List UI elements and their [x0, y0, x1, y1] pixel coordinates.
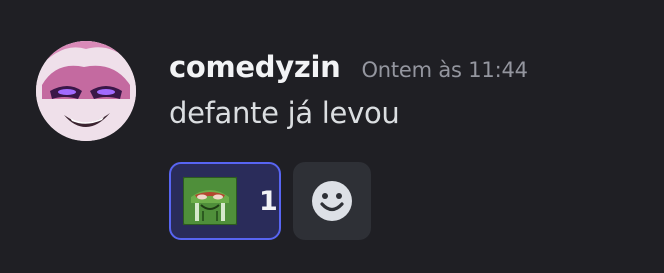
pepe-frog-icon — [183, 177, 237, 225]
reactions-bar: 1 — [169, 162, 371, 240]
smiley-face-icon — [312, 181, 352, 221]
username[interactable]: comedyzin — [169, 50, 341, 84]
timestamp[interactable]: Ontem às 11:44 — [361, 58, 528, 82]
avatar[interactable] — [36, 41, 136, 141]
avatar-image — [36, 41, 136, 141]
chat-message: comedyzin Ontem às 11:44 defante já levo… — [0, 0, 664, 273]
reaction-button[interactable]: 1 — [169, 162, 281, 240]
message-header: comedyzin Ontem às 11:44 — [169, 50, 528, 90]
reaction-count: 1 — [259, 185, 278, 217]
message-content: defante já levou — [169, 96, 400, 130]
add-reaction-button[interactable] — [293, 162, 371, 240]
